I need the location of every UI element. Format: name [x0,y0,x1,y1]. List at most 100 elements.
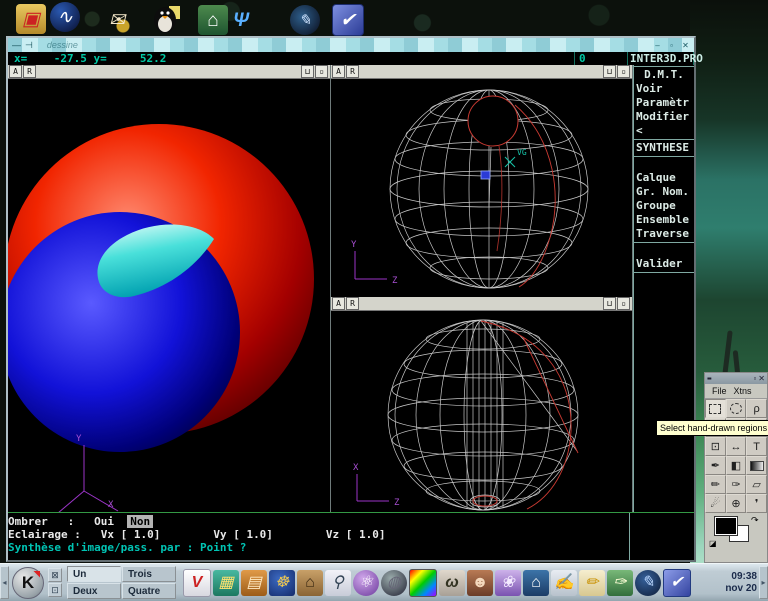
clone-tool[interactable]: ⊕ [726,494,747,513]
menu-item-gr-nom[interactable]: Gr. Nom. [634,185,694,199]
transform-tool[interactable]: ⊡ [705,437,726,456]
menu-item-dmt[interactable]: D.M.T. [634,68,694,82]
gimp-wilber-icon[interactable]: ω [439,570,465,596]
vx-value[interactable]: Vx [ 1.0] [101,528,161,541]
desktop-palm-icon[interactable]: ▦ [213,570,239,596]
menu-item-groupe[interactable]: Groupe [634,199,694,213]
front-view-canvas[interactable]: VG Y Z [331,79,632,297]
file-menu[interactable]: File [712,386,727,396]
command-prompt[interactable]: Synthèse d'image/pass. par : Point ? [8,541,694,554]
ant-icon[interactable]: Ψ [226,5,256,35]
v-app-icon[interactable]: V [183,569,211,597]
blend-tool[interactable] [746,456,767,475]
pencil-tool[interactable]: ✏ [705,475,726,494]
ship-wheel-icon[interactable]: ☸ [269,570,295,596]
text-tool[interactable]: T [746,437,767,456]
desktop-4-button[interactable]: Quatre [122,583,176,599]
color-palette-icon[interactable] [409,569,437,597]
viewport-iconify-button[interactable]: ⊔ [301,65,314,78]
menu-item-traverse[interactable]: Traverse [634,227,694,241]
hand-draw-icon[interactable]: ✑ [607,570,633,596]
web-home-icon[interactable]: ⌂ [523,570,549,596]
free-select-tool[interactable]: ρ [746,399,767,418]
swap-colors-icon[interactable]: ↷ [751,515,759,526]
convolve-tool[interactable]: ❜ [746,494,767,513]
lock-screen-button[interactable]: ⊡ [48,583,62,597]
render-sphere-icon[interactable]: ◍ [381,570,407,596]
window-titlebar[interactable]: — ⊣ dessine – ▫ ✕ [8,38,694,52]
menu-item-parametr[interactable]: Paramètr [634,96,694,110]
vz-value[interactable]: Vz [ 1.0] [326,528,386,541]
view-a-button[interactable]: A [9,65,22,78]
viewport-iconify-button[interactable]: ⊔ [603,65,616,78]
globe-pen-icon[interactable]: ✎ [290,5,320,35]
viewport-maximize-button[interactable]: ▫ [617,297,630,310]
desktop-3-button[interactable]: Trois [122,566,176,582]
menu-item-voir[interactable]: Voir [634,82,694,96]
minimize-button[interactable]: – [652,40,663,50]
toolbox-birdhouse-icon[interactable]: ⌂ [297,570,323,596]
clock[interactable]: 09:38 nov 20 [725,571,757,595]
desktop-2-button[interactable]: Deux [67,583,121,599]
xtns-menu[interactable]: Xtns [734,386,752,396]
view-r-button[interactable]: R [346,65,359,78]
tux-penguin-icon[interactable] [152,3,182,33]
airbrush-tool[interactable]: ☄ [705,494,726,513]
viewport-maximize-button[interactable]: ▫ [617,65,630,78]
paintbrush-tool[interactable]: ✑ [726,475,747,494]
check-square-icon[interactable]: ✔ [332,4,364,36]
rect-select-tool[interactable] [705,399,726,418]
maximize-button[interactable]: ▫ [666,40,677,50]
graphics-flower-icon[interactable]: ❀ [495,570,521,596]
viewport-iconify-button[interactable]: ⊔ [603,297,616,310]
panel-hide-left-button[interactable]: ◂ [0,566,9,599]
shading-non-option[interactable]: Non [127,515,153,528]
view-r-button[interactable]: R [346,297,359,310]
menu-item-modifier[interactable]: Modifier [634,110,694,124]
shading-oui-option[interactable]: Oui [94,515,114,528]
axis-triad-top: X Z [353,463,400,508]
view-a-button[interactable]: A [332,297,345,310]
toolbox-titlebar[interactable]: ▪▪ ▫ ✕ [705,373,767,384]
vy-value[interactable]: Vy [ 1.0] [213,528,273,541]
toolbox-maximize-button[interactable]: ▫ [753,374,756,383]
menu-item-back[interactable]: < [634,124,694,138]
view-r-button[interactable]: R [23,65,36,78]
molecule-icon[interactable]: ⚛ [353,570,379,596]
view-a-button[interactable]: A [332,65,345,78]
k-menu-button[interactable]: K [12,567,44,599]
mail-icon[interactable]: ✉ [102,5,132,35]
flip-tool[interactable]: ↔ [726,437,747,456]
toolbox-close-button[interactable]: ✕ [758,374,765,383]
find-document-icon[interactable]: ⚲ [325,570,351,596]
file-cabinet-icon[interactable]: ▤ [241,570,267,596]
viewport-maximize-button[interactable]: ▫ [315,65,328,78]
window-menu-icon[interactable]: — [12,40,21,50]
bucket-fill-tool[interactable]: ◧ [726,456,747,475]
window-pin-icon[interactable]: ⊣ [25,40,33,50]
toolbox-menu-icon[interactable]: ▪▪ [707,374,711,383]
image-viewer-icon[interactable]: ☻ [467,570,493,596]
globe-pen-icon[interactable]: ✎ [635,570,661,596]
menu-item-synthese[interactable]: SYNTHESE [634,141,694,155]
app-logo-ball-icon[interactable]: ∿ [50,2,80,32]
pencil-icon[interactable]: ✏ [579,570,605,596]
package-box-icon[interactable]: ▣ [16,4,46,34]
desktop-1-button[interactable]: Un [67,566,121,582]
home-globe-icon[interactable]: ⌂ [198,5,228,35]
menu-item-valider[interactable]: Valider [634,257,694,271]
ellipse-select-tool[interactable] [726,399,747,418]
menu-item-ensemble[interactable]: Ensemble [634,213,694,227]
color-picker-tool[interactable]: ✒ [705,456,726,475]
close-button[interactable]: ✕ [680,40,691,50]
writer-icon[interactable]: ✍ [551,570,577,596]
default-colors-icon[interactable]: ◪ [709,539,717,548]
menu-item-calque[interactable]: Calque [634,171,694,185]
top-view-canvas[interactable]: X Z [331,311,632,512]
shaded-view-canvas[interactable]: Y X [8,79,330,512]
panel-hide-right-button[interactable]: ▸ [759,566,768,599]
check-square-icon[interactable]: ✔ [663,569,691,597]
foreground-color-swatch[interactable] [715,517,737,535]
window-list-button[interactable]: ⊠ [48,568,62,582]
eraser-tool[interactable]: ▱ [746,475,767,494]
